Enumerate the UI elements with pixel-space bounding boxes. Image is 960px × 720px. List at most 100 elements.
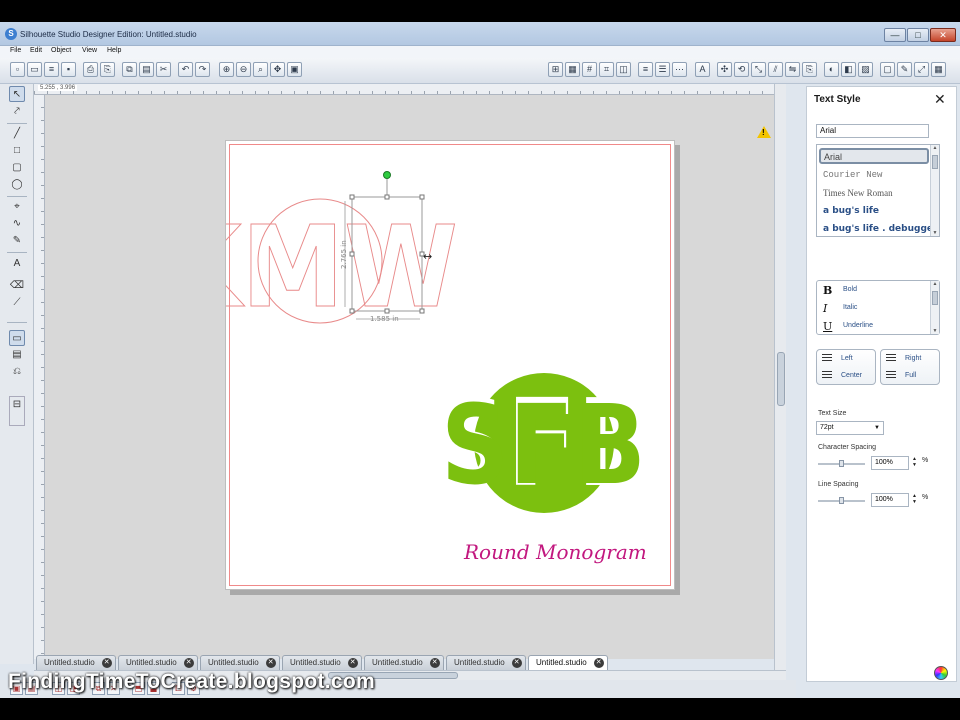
underline-option[interactable]: U Underline: [821, 318, 927, 336]
open-folder-icon[interactable]: ▭: [27, 62, 42, 77]
character-spacing-slider[interactable]: [818, 460, 865, 467]
font-item-times-new-roman[interactable]: Times New Roman: [817, 184, 931, 202]
line-color-icon[interactable]: ≡: [638, 62, 653, 77]
warning-icon[interactable]: !: [757, 126, 771, 138]
pan-icon[interactable]: ✥: [270, 62, 285, 77]
menu-view[interactable]: View: [82, 47, 97, 54]
new-file-icon[interactable]: ▫: [10, 62, 25, 77]
zoom-in-icon[interactable]: ⊕: [219, 62, 234, 77]
scale-icon[interactable]: ⤡: [751, 62, 766, 77]
rounded-rectangle-tool-icon[interactable]: ▢: [9, 160, 25, 176]
text-size-select[interactable]: 72pt ▼: [816, 421, 884, 435]
select-tool-icon[interactable]: ↖: [9, 86, 25, 102]
fill-color-icon[interactable]: ▢: [880, 62, 895, 77]
scroll-up-icon[interactable]: ▲: [931, 145, 939, 151]
font-list-scroll-thumb[interactable]: [932, 155, 938, 169]
resize-handle[interactable]: [349, 251, 355, 257]
eraser-tool-icon[interactable]: ⌫: [9, 278, 25, 294]
align-left-button[interactable]: Left: [820, 351, 874, 368]
line-spacing-input[interactable]: 100%: [871, 493, 909, 507]
italic-option[interactable]: I Italic: [821, 300, 927, 318]
line-style-icon[interactable]: ☰: [655, 62, 670, 77]
slider-knob[interactable]: [839, 460, 844, 467]
style-list-scrollbar[interactable]: ▲ ▼: [930, 281, 939, 334]
close-tab-icon[interactable]: ✕: [429, 658, 440, 668]
vertical-scroll-thumb[interactable]: [777, 352, 785, 406]
close-tab-icon[interactable]: ✕: [593, 658, 604, 668]
font-item-courier-new[interactable]: Courier New: [817, 166, 931, 184]
rectangle-tool-icon[interactable]: □: [9, 143, 25, 159]
grid-settings-icon[interactable]: ⊞: [548, 62, 563, 77]
scroll-up-icon[interactable]: ▲: [931, 281, 939, 287]
sfb-monogram[interactable]: SFB SFB: [433, 373, 655, 514]
design-canvas[interactable]: KMW 2.7: [45, 95, 774, 659]
modify-icon[interactable]: ◐: [824, 62, 839, 77]
close-tab-icon[interactable]: ✕: [101, 658, 112, 668]
paste-icon[interactable]: ▤: [139, 62, 154, 77]
library-grid-icon[interactable]: ▦: [931, 62, 946, 77]
document-tab[interactable]: Untitled.studio ✕: [200, 655, 280, 670]
vertical-scrollbar[interactable]: [774, 84, 786, 670]
document-tab[interactable]: Untitled.studio ✕: [118, 655, 198, 670]
resize-handle[interactable]: [349, 308, 355, 314]
document-tab[interactable]: Untitled.studio ✕: [36, 655, 116, 670]
align-full-button[interactable]: Full: [884, 368, 938, 385]
offset-icon[interactable]: ◧: [841, 62, 856, 77]
close-panel-icon[interactable]: ✕: [934, 91, 946, 108]
store-icon[interactable]: ⎌: [9, 364, 25, 380]
line-width-icon[interactable]: ⋯: [672, 62, 687, 77]
close-tab-icon[interactable]: ✕: [511, 658, 522, 668]
text-style-icon[interactable]: A: [695, 62, 710, 77]
menu-edit[interactable]: Edit: [30, 47, 42, 54]
character-spacing-stepper[interactable]: ▲ ▼: [912, 456, 917, 468]
cut-settings-icon[interactable]: ◫: [616, 62, 631, 77]
page-settings-icon[interactable]: ▦: [565, 62, 580, 77]
round-monogram-caption[interactable]: Round Monogram: [463, 540, 647, 564]
zoom-out-icon[interactable]: ⊖: [236, 62, 251, 77]
panel-toggle-icon[interactable]: ⊟: [9, 396, 25, 426]
shear-icon[interactable]: ⫽: [768, 62, 783, 77]
color-wheel-icon[interactable]: [934, 666, 948, 680]
send-to-cutter-icon[interactable]: ⎘: [100, 62, 115, 77]
fit-to-page-icon[interactable]: ▣: [287, 62, 302, 77]
font-list[interactable]: Arial Courier New Times New Roman a bug'…: [816, 144, 940, 237]
font-item-arial[interactable]: Arial: [819, 148, 929, 164]
document-tab-active[interactable]: Untitled.studio ✕: [528, 655, 608, 670]
edit-points-icon[interactable]: ⤤: [9, 104, 25, 120]
maximize-button[interactable]: □: [907, 28, 929, 42]
trace-icon[interactable]: ▨: [858, 62, 873, 77]
resize-handle[interactable]: [419, 194, 425, 200]
minimize-button[interactable]: —: [884, 28, 906, 42]
scroll-down-icon[interactable]: ▼: [931, 230, 939, 236]
resize-handle[interactable]: [349, 194, 355, 200]
document-tab[interactable]: Untitled.studio ✕: [282, 655, 362, 670]
grid-icon[interactable]: #: [582, 62, 597, 77]
curve-tool-icon[interactable]: ∿: [9, 216, 25, 232]
line-spacing-stepper[interactable]: ▲ ▼: [912, 493, 917, 505]
replicate-icon[interactable]: ⎘: [802, 62, 817, 77]
font-item-a-bugs-life[interactable]: a bug's life: [817, 202, 931, 220]
line-spacing-slider[interactable]: [818, 497, 865, 504]
menu-help[interactable]: Help: [107, 47, 121, 54]
line-tool-icon[interactable]: ╱: [9, 126, 25, 142]
font-item-a-bugs-life-debugged[interactable]: a bug's life . debugged: [817, 220, 931, 236]
font-search-input[interactable]: Arial: [816, 124, 929, 138]
scroll-down-icon[interactable]: ▼: [931, 328, 939, 334]
character-spacing-input[interactable]: 100%: [871, 456, 909, 470]
menu-file[interactable]: File: [10, 47, 21, 54]
print-icon[interactable]: ⎙: [83, 62, 98, 77]
resize-handle[interactable]: [384, 194, 390, 200]
cut-icon[interactable]: ✂: [156, 62, 171, 77]
pen-color-icon[interactable]: ✎: [897, 62, 912, 77]
document-tab[interactable]: Untitled.studio ✕: [364, 655, 444, 670]
close-tab-icon[interactable]: ✕: [183, 658, 194, 668]
registration-marks-icon[interactable]: ⌗: [599, 62, 614, 77]
menu-object[interactable]: Object: [51, 47, 71, 54]
resize-handle[interactable]: [419, 308, 425, 314]
close-tab-icon[interactable]: ✕: [265, 658, 276, 668]
library-icon[interactable]: ▤: [9, 347, 25, 363]
align-right-button[interactable]: Right: [884, 351, 938, 368]
slider-knob[interactable]: [839, 497, 844, 504]
bold-option[interactable]: B Bold: [821, 282, 927, 300]
zoom-selection-icon[interactable]: ⌕: [253, 62, 268, 77]
